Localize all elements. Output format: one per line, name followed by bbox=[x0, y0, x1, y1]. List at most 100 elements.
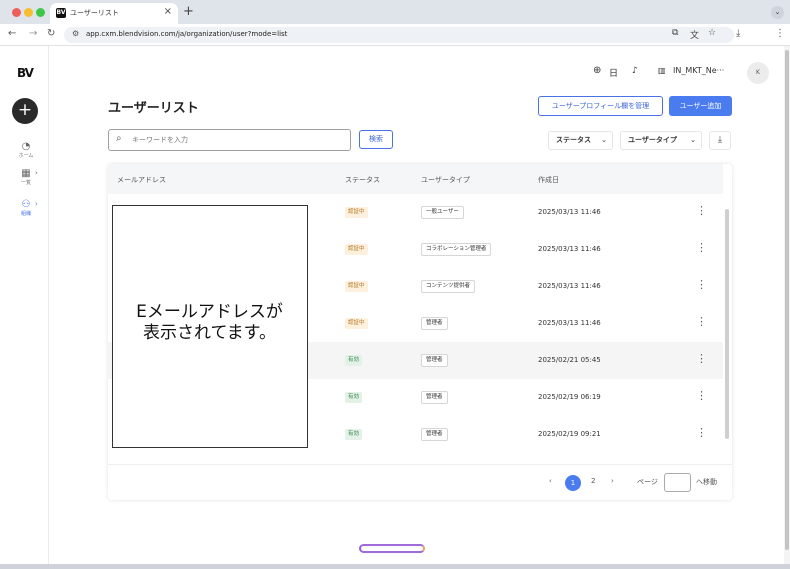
status-badge: 認証中 bbox=[345, 318, 368, 329]
sidebar-item-home[interactable]: ◔ ホーム bbox=[8, 141, 44, 160]
install-app-icon[interactable]: ⧉ bbox=[672, 28, 678, 38]
page-label: ページ bbox=[637, 478, 658, 486]
close-window-button[interactable] bbox=[12, 8, 21, 17]
building-icon: ▥ bbox=[658, 66, 666, 75]
add-user-button[interactable]: ユーザー追加 bbox=[669, 96, 732, 116]
reload-icon[interactable]: ↻ bbox=[47, 28, 55, 39]
status-badge: 有効 bbox=[345, 392, 363, 403]
row-menu-icon[interactable]: ⋮ bbox=[696, 352, 707, 365]
created-date: 2025/02/21 05:45 bbox=[538, 356, 601, 364]
row-menu-icon[interactable]: ⋮ bbox=[696, 278, 707, 291]
create-button[interactable]: + bbox=[12, 98, 38, 124]
chevron-down-icon: ⌄ bbox=[601, 136, 607, 144]
user-type-tag: 管理者 bbox=[421, 391, 448, 404]
table-header: メールアドレス ステータス ユーザータイプ 作成日 bbox=[108, 164, 723, 194]
zoom-window-button[interactable] bbox=[36, 8, 45, 17]
sidebar-item-list[interactable]: ▦ › 一覧 bbox=[8, 168, 44, 187]
column-header-created[interactable]: 作成日 bbox=[538, 175, 559, 185]
created-date: 2025/03/13 11:46 bbox=[538, 282, 601, 290]
download-button[interactable]: ⤓ bbox=[709, 131, 731, 150]
chevron-down-icon: ⌄ bbox=[690, 136, 696, 144]
search-box: ⌕ bbox=[108, 129, 351, 151]
pagination: ‹ 1 2 › ページ へ移動 bbox=[108, 464, 732, 500]
avatar[interactable]: K bbox=[747, 62, 769, 84]
user-type-tag: 管理者 bbox=[421, 428, 448, 441]
downloads-icon[interactable]: ⤓ bbox=[736, 28, 740, 39]
browser-toolbar: ← → ↻ ⚙ app.cxm.blendvision.com/ja/organ… bbox=[0, 24, 790, 46]
page-title: ユーザーリスト bbox=[108, 101, 199, 116]
page-1-button[interactable]: 1 bbox=[565, 475, 581, 491]
column-header-email[interactable]: メールアドレス bbox=[117, 175, 166, 185]
table-scrollbar[interactable] bbox=[725, 209, 729, 439]
people-icon: ⚇ bbox=[21, 199, 31, 210]
browser-menu-icon[interactable]: ⋮ bbox=[775, 28, 785, 39]
tab-search-icon[interactable]: ⌄ bbox=[771, 6, 784, 19]
status-badge: 認証中 bbox=[345, 244, 368, 255]
chevron-right-icon: › bbox=[35, 200, 38, 208]
forward-icon[interactable]: → bbox=[29, 28, 37, 39]
gradient-pill bbox=[359, 544, 425, 553]
created-date: 2025/02/19 06:19 bbox=[538, 393, 601, 401]
created-date: 2025/03/13 11:46 bbox=[538, 208, 601, 216]
page-2-button[interactable]: 2 bbox=[591, 477, 595, 485]
favicon-icon: BV bbox=[56, 8, 66, 18]
manage-profile-fields-button[interactable]: ユーザープロフィール欄を管理 bbox=[538, 96, 663, 116]
browser-tab-bar: BV ユーザーリスト × + ⌄ bbox=[0, 0, 790, 24]
address-bar[interactable]: ⚙ app.cxm.blendvision.com/ja/organizatio… bbox=[64, 27, 734, 43]
back-icon[interactable]: ← bbox=[8, 28, 16, 39]
globe-icon[interactable]: ⊕ bbox=[593, 65, 601, 76]
translate-icon[interactable]: 文 bbox=[690, 28, 699, 41]
row-menu-icon[interactable]: ⋮ bbox=[696, 204, 707, 217]
sidebar-item-organization[interactable]: ⚇ › 組織 bbox=[8, 199, 44, 218]
status-filter[interactable]: ステータス ⌄ bbox=[548, 131, 613, 150]
sidebar-item-label: ホーム bbox=[18, 153, 34, 159]
user-type-filter[interactable]: ユーザータイプ ⌄ bbox=[620, 131, 702, 150]
search-button[interactable]: 検索 bbox=[359, 130, 393, 149]
search-icon: ⌕ bbox=[116, 133, 122, 144]
url-text[interactable]: app.cxm.blendvision.com/ja/organization/… bbox=[86, 30, 287, 38]
user-type-tag: コンテンツ提供者 bbox=[421, 280, 476, 293]
user-type-tag: 一般ユーザー bbox=[421, 206, 464, 219]
created-date: 2025/03/13 11:46 bbox=[538, 245, 601, 253]
sidebar-item-label: 一覧 bbox=[20, 180, 31, 186]
goto-label: へ移動 bbox=[696, 478, 717, 486]
user-type-tag: コラボレーション管理者 bbox=[421, 243, 492, 256]
next-page-icon[interactable]: › bbox=[611, 477, 614, 485]
new-tab-button[interactable]: + bbox=[183, 4, 194, 19]
status-badge: 有効 bbox=[345, 429, 363, 440]
logo[interactable]: BV bbox=[17, 66, 34, 80]
row-menu-icon[interactable]: ⋮ bbox=[696, 241, 707, 254]
row-menu-icon[interactable]: ⋮ bbox=[696, 389, 707, 402]
row-menu-icon[interactable]: ⋮ bbox=[696, 426, 707, 439]
chevron-right-icon: › bbox=[35, 169, 38, 177]
row-menu-icon[interactable]: ⋮ bbox=[696, 315, 707, 328]
page-scrollbar[interactable] bbox=[784, 46, 790, 564]
app-page: BV + ◔ ホーム ▦ › 一覧 ⚇ › 組織 ⊕ 日 ♪ ▥ IN_MKT_… bbox=[0, 46, 784, 564]
column-header-user-type[interactable]: ユーザータイプ bbox=[421, 175, 470, 185]
sidebar-item-label: 組織 bbox=[20, 211, 31, 217]
redaction-box: Eメールアドレスが 表示されてます。 bbox=[112, 205, 308, 448]
status-badge: 有効 bbox=[345, 355, 363, 366]
created-date: 2025/03/13 11:46 bbox=[538, 319, 601, 327]
language-label[interactable]: 日 bbox=[609, 66, 618, 79]
search-input[interactable] bbox=[132, 133, 342, 147]
site-info-icon[interactable]: ⚙ bbox=[72, 29, 79, 38]
sidebar: BV + ◔ ホーム ▦ › 一覧 ⚇ › 組織 bbox=[0, 46, 49, 564]
download-icon: ⤓ bbox=[718, 135, 722, 145]
user-type-tag: 管理者 bbox=[421, 317, 448, 330]
browser-tab[interactable]: BV ユーザーリスト × bbox=[50, 3, 178, 24]
page-jump-input[interactable] bbox=[664, 473, 691, 492]
window-bottom-edge bbox=[0, 564, 790, 569]
bell-icon[interactable]: ♪ bbox=[632, 66, 638, 76]
minimize-window-button[interactable] bbox=[24, 8, 33, 17]
page-scrollbar-thumb[interactable] bbox=[785, 50, 789, 550]
created-date: 2025/02/19 09:21 bbox=[538, 430, 601, 438]
status-badge: 認証中 bbox=[345, 281, 368, 292]
prev-page-icon[interactable]: ‹ bbox=[549, 477, 552, 485]
column-header-status[interactable]: ステータス bbox=[345, 175, 380, 185]
tab-close-icon[interactable]: × bbox=[164, 6, 172, 17]
grid-icon: ▦ bbox=[21, 168, 31, 179]
bookmark-star-icon[interactable]: ☆ bbox=[708, 28, 716, 38]
redaction-note: Eメールアドレスが 表示されてます。 bbox=[136, 302, 283, 343]
org-name[interactable]: IN_MKT_Ne··· bbox=[673, 66, 724, 75]
